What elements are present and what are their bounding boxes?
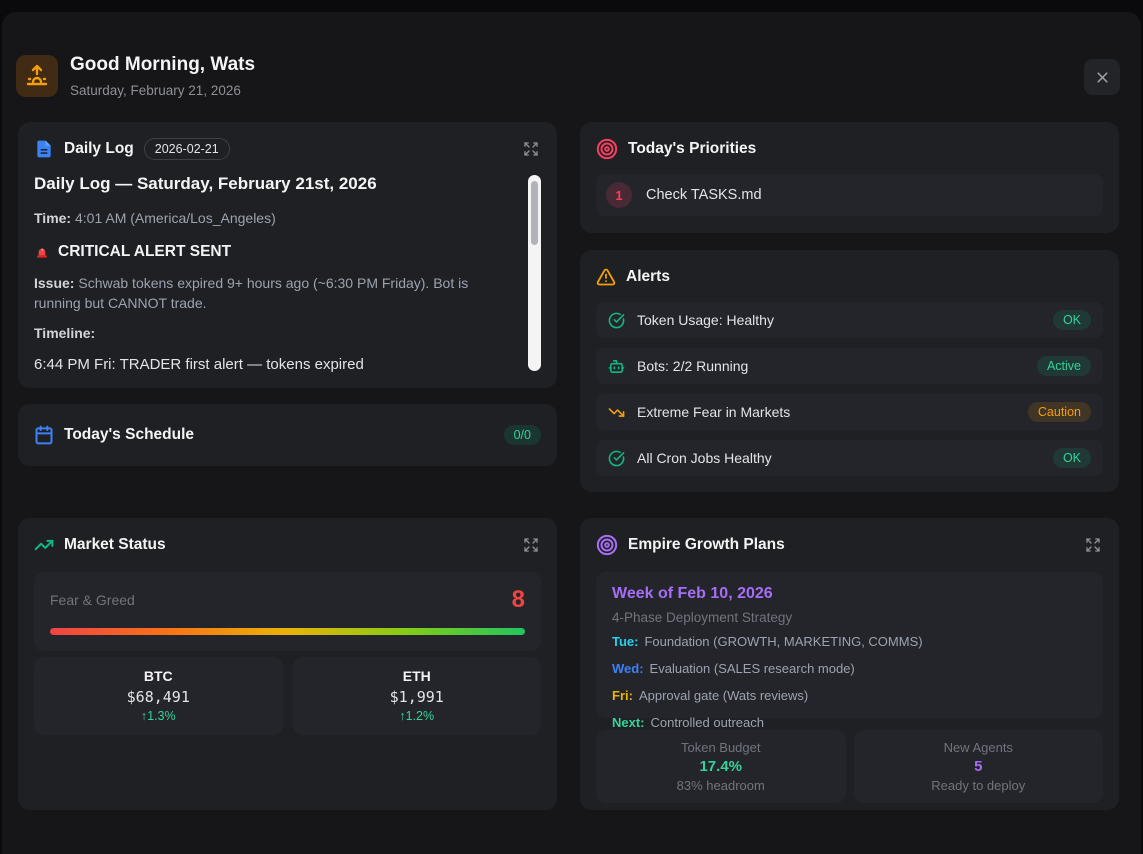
- alert-status-badge: Caution: [1028, 402, 1091, 422]
- calendar-icon: [34, 425, 54, 445]
- empire-title: Empire Growth Plans: [628, 536, 785, 554]
- stat-sub: 83% headroom: [606, 778, 836, 793]
- market-expand-button[interactable]: [521, 535, 541, 555]
- daily-log-expand-button[interactable]: [521, 139, 541, 159]
- priorities-card: Today's Priorities 1 Check TASKS.md: [580, 122, 1119, 233]
- alerts-card: Alerts Token Usage: Healthy OK: [580, 250, 1119, 492]
- daily-log-timeline-entry: 6:44 PM Fri: TRADER first alert — tokens…: [34, 356, 505, 373]
- ticker-symbol: BTC: [44, 668, 273, 684]
- market-status-title: Market Status: [64, 536, 166, 554]
- daily-log-title: Daily Log: [64, 140, 134, 158]
- daily-log-card: Daily Log 2026-02-21 Daily Log — Saturda…: [18, 122, 557, 388]
- target-icon: [596, 138, 618, 160]
- expand-icon: [523, 141, 539, 157]
- morning-briefing-modal: Good Morning, Wats Saturday, February 21…: [2, 12, 1141, 854]
- daily-log-time-line: Time: 4:01 AM (America/Los_Angeles): [34, 208, 505, 228]
- ticker-change: ↑1.2%: [303, 709, 532, 723]
- plan-line: Fri:Approval gate (Wats reviews): [612, 686, 1087, 706]
- bot-icon: [608, 358, 625, 375]
- deployment-plan-panel: Week of Feb 10, 2026 4-Phase Deployment …: [596, 572, 1103, 718]
- target-icon: [596, 534, 618, 556]
- siren-icon: [34, 244, 50, 260]
- close-button[interactable]: [1084, 59, 1120, 95]
- greeting-date: Saturday, February 21, 2026: [70, 83, 241, 98]
- expand-icon: [523, 537, 539, 553]
- plan-subtitle: 4-Phase Deployment Strategy: [612, 610, 1087, 625]
- alert-row: Extreme Fear in Markets Caution: [596, 394, 1103, 430]
- alert-status-badge: OK: [1053, 310, 1091, 330]
- ticker-price: $68,491: [44, 688, 273, 706]
- daily-log-content: Daily Log — Saturday, February 21st, 202…: [34, 174, 541, 373]
- schedule-card: Today's Schedule 0/0: [18, 404, 557, 466]
- critical-alert-heading: CRITICAL ALERT SENT: [34, 243, 505, 261]
- fear-greed-value: 8: [512, 586, 525, 614]
- priorities-title: Today's Priorities: [628, 140, 756, 158]
- alert-label: Token Usage: Healthy: [637, 312, 774, 328]
- schedule-count-badge: 0/0: [504, 425, 541, 445]
- fear-greed-label: Fear & Greed: [50, 592, 135, 608]
- empire-growth-card: Empire Growth Plans Week of Feb 10, 2026…: [580, 518, 1119, 810]
- sunrise-icon: [16, 55, 58, 97]
- check-circle-icon: [608, 450, 625, 467]
- ticker-eth: ETH $1,991 ↑1.2%: [293, 657, 542, 735]
- alert-row: Token Usage: Healthy OK: [596, 302, 1103, 338]
- daily-log-date-badge: 2026-02-21: [144, 138, 230, 160]
- alert-row: Bots: 2/2 Running Active: [596, 348, 1103, 384]
- ticker-btc: BTC $68,491 ↑1.3%: [34, 657, 283, 735]
- alert-row: All Cron Jobs Healthy OK: [596, 440, 1103, 476]
- greeting-title: Good Morning, Wats: [70, 54, 255, 76]
- alert-label: All Cron Jobs Healthy: [637, 450, 772, 466]
- stat-value: 17.4%: [606, 758, 836, 775]
- trending-down-icon: [608, 404, 625, 421]
- close-icon: [1094, 69, 1111, 86]
- fear-greed-panel: Fear & Greed 8: [34, 572, 541, 651]
- daily-log-timeline-label: Timeline:: [34, 323, 505, 343]
- priority-label: Check TASKS.md: [646, 187, 762, 203]
- daily-log-scrollbar[interactable]: [528, 175, 541, 371]
- app-background: Good Morning, Wats Saturday, February 21…: [0, 0, 1143, 854]
- file-text-icon: [34, 139, 54, 159]
- alert-status-badge: Active: [1037, 356, 1091, 376]
- scrollbar-thumb[interactable]: [531, 181, 538, 245]
- ticker-change: ↑1.3%: [44, 709, 273, 723]
- priority-number-badge: 1: [606, 182, 632, 208]
- alerts-title: Alerts: [626, 268, 670, 286]
- schedule-title: Today's Schedule: [64, 426, 194, 444]
- ticker-price: $1,991: [303, 688, 532, 706]
- alert-triangle-icon: [596, 267, 616, 287]
- trending-up-icon: [34, 535, 54, 555]
- ticker-symbol: ETH: [303, 668, 532, 684]
- plan-line: Tue:Foundation (GROWTH, MARKETING, COMMS…: [612, 632, 1087, 652]
- token-budget-stat: Token Budget 17.4% 83% headroom: [596, 730, 846, 803]
- stat-label: New Agents: [864, 740, 1094, 755]
- check-circle-icon: [608, 312, 625, 329]
- daily-log-issue-line: Issue: Schwab tokens expired 9+ hours ag…: [34, 273, 505, 313]
- market-status-card: Market Status Fear & Greed 8: [18, 518, 557, 810]
- empire-expand-button[interactable]: [1083, 535, 1103, 555]
- new-agents-stat: New Agents 5 Ready to deploy: [854, 730, 1104, 803]
- alert-status-badge: OK: [1053, 448, 1091, 468]
- alert-label: Bots: 2/2 Running: [637, 358, 748, 374]
- stat-value: 5: [864, 758, 1094, 775]
- priority-item[interactable]: 1 Check TASKS.md: [596, 174, 1103, 216]
- daily-log-heading: Daily Log — Saturday, February 21st, 202…: [34, 174, 505, 194]
- plan-line: Wed:Evaluation (SALES research mode): [612, 659, 1087, 679]
- fear-greed-gauge: [50, 628, 525, 635]
- stat-label: Token Budget: [606, 740, 836, 755]
- expand-icon: [1085, 537, 1101, 553]
- stat-sub: Ready to deploy: [864, 778, 1094, 793]
- alert-label: Extreme Fear in Markets: [637, 404, 790, 420]
- plan-week-heading: Week of Feb 10, 2026: [612, 585, 1087, 603]
